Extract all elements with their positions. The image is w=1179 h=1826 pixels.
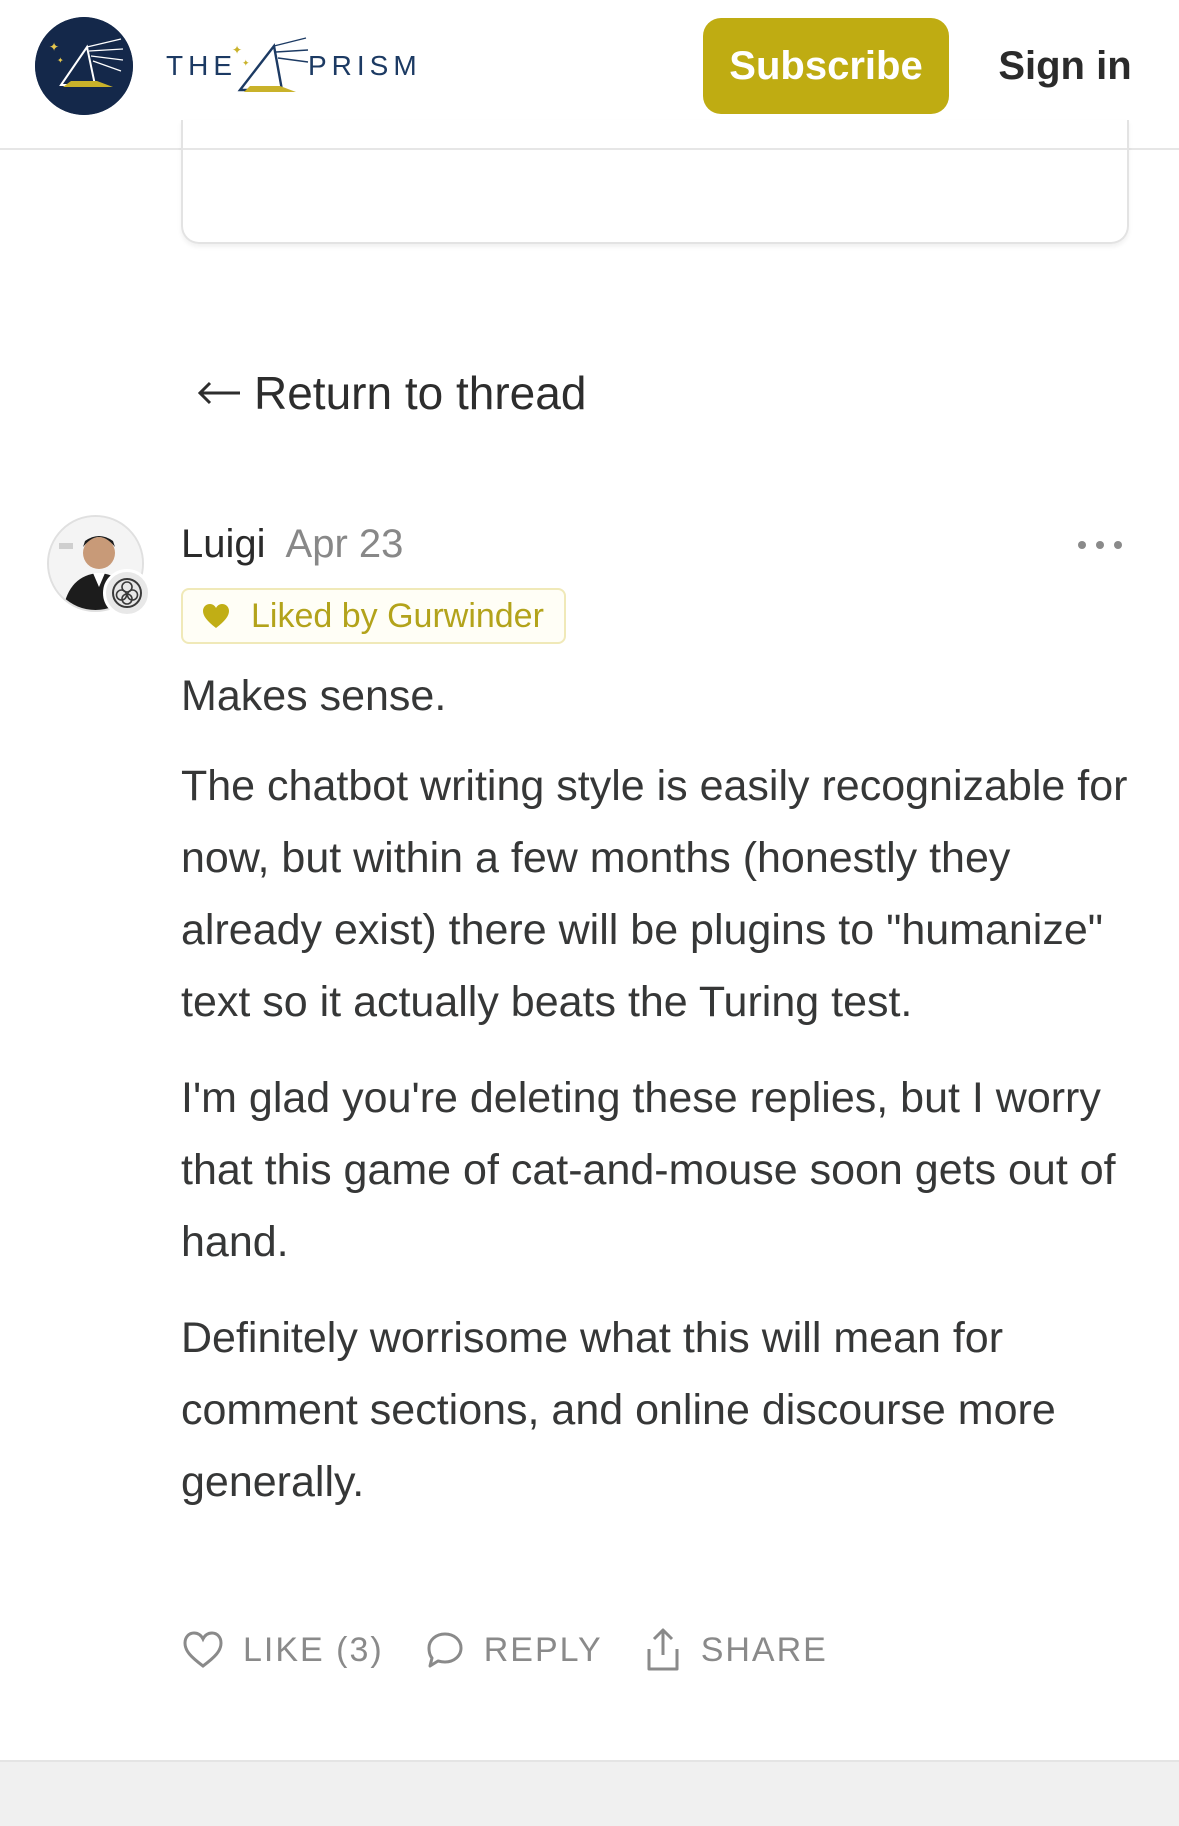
subscribe-button[interactable]: Subscribe (703, 18, 949, 114)
prism-mark-icon: ✦ ✦ (232, 37, 309, 92)
comment-date[interactable]: Apr 23 (286, 522, 404, 567)
speech-bubble-icon (427, 1632, 463, 1668)
author-name[interactable]: Luigi (181, 522, 266, 567)
share-label: SHARE (700, 1630, 828, 1669)
comment-body: Makes sense. The chatbot writing style i… (181, 660, 1141, 1542)
liked-by-text: Liked by Gurwinder (251, 596, 544, 635)
comment-paragraph: Definitely worrisome what this will mean… (181, 1314, 1056, 1506)
footer-band (0, 1760, 1179, 1826)
svg-text:✦: ✦ (49, 40, 59, 54)
site-wordmark[interactable]: THE ✦ ✦ PRISM (164, 30, 417, 102)
comment-paragraph: Makes sense. (181, 672, 447, 720)
comment-actions: LIKE (3) REPLY SHARE (181, 1622, 868, 1678)
wordmark-prism: PRISM (308, 50, 422, 81)
reply-label: REPLY (483, 1630, 603, 1669)
arrow-left-icon (196, 378, 242, 408)
like-label: LIKE (3) (243, 1630, 384, 1669)
comment-meta: Luigi Apr 23 (181, 518, 403, 570)
prism-logo-icon[interactable]: ✦ ✦ (35, 17, 133, 115)
comment-paragraph: The chatbot writing style is easily reco… (181, 762, 1128, 1026)
more-options-icon[interactable] (1078, 530, 1122, 560)
heart-filled-icon (203, 604, 229, 628)
like-button[interactable]: LIKE (3) (181, 1630, 384, 1670)
comment-paragraph: I'm glad you're deleting these replies, … (181, 1074, 1116, 1266)
svg-text:✦: ✦ (242, 59, 250, 69)
reply-button[interactable]: REPLY (424, 1629, 603, 1671)
wordmark-the: THE (166, 50, 237, 81)
avatar-badge-icon (103, 569, 151, 617)
share-button[interactable]: SHARE (643, 1627, 828, 1673)
return-to-thread-label: Return to thread (254, 367, 587, 419)
liked-by-badge: Liked by Gurwinder (181, 588, 566, 644)
sign-in-button[interactable]: Sign in (975, 18, 1155, 114)
svg-text:✦: ✦ (57, 56, 64, 65)
svg-text:✦: ✦ (232, 43, 242, 57)
heart-outline-icon (183, 1631, 223, 1668)
previous-comment-card (181, 120, 1129, 244)
share-icon (647, 1628, 679, 1671)
return-to-thread-link[interactable]: Return to thread (196, 362, 586, 424)
